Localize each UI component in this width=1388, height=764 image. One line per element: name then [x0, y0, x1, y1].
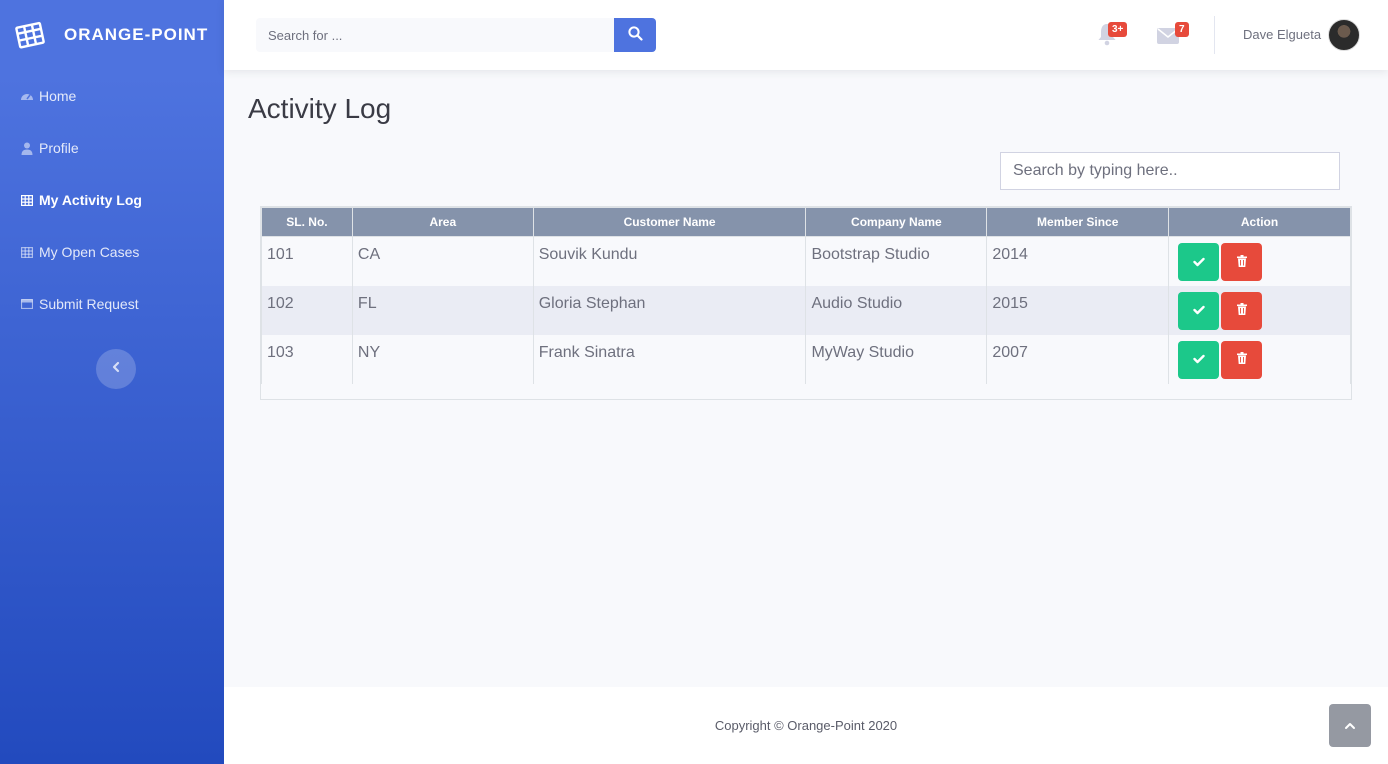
scroll-to-top-button[interactable]: [1329, 704, 1371, 747]
sidebar-item-my-open-cases[interactable]: My Open Cases: [0, 226, 224, 278]
sidebar-item-label: Submit Request: [39, 296, 139, 312]
topbar-search: [256, 18, 656, 52]
activity-table-container: SL. No. Area Customer Name Company Name …: [260, 206, 1352, 400]
approve-button[interactable]: [1178, 291, 1220, 330]
trash-icon: [1236, 254, 1247, 270]
sidebar-item-home[interactable]: Home: [0, 70, 224, 122]
table-row: 102 FL Gloria Stephan Audio Studio 2015: [261, 285, 1351, 335]
alerts-button[interactable]: 3+: [1097, 22, 1128, 51]
check-icon: [1192, 303, 1205, 318]
sidebar-toggle-button[interactable]: [96, 349, 136, 389]
cell-customer: Souvik Kundu: [532, 236, 807, 286]
table-row: 101 CA Souvik Kundu Bootstrap Studio 201…: [261, 236, 1351, 286]
dashboard-icon: [20, 89, 34, 103]
brand[interactable]: ORANGE-POINT: [0, 0, 224, 70]
footer: Copyright © Orange-Point 2020: [224, 687, 1388, 764]
user-icon: [20, 141, 34, 155]
search-button[interactable]: [614, 18, 656, 52]
cell-sl: 101: [261, 236, 353, 286]
cell-member-since: 2015: [986, 285, 1170, 335]
messages-button[interactable]: 7: [1157, 22, 1189, 51]
cell-action: [1168, 285, 1351, 335]
approve-button[interactable]: [1178, 340, 1220, 379]
sidebar-item-label: My Activity Log: [39, 192, 142, 208]
chevron-left-icon: [111, 360, 121, 378]
cell-area: FL: [351, 285, 534, 335]
check-icon: [1192, 255, 1205, 270]
brand-name: ORANGE-POINT: [64, 25, 209, 44]
table-header-row: SL. No. Area Customer Name Company Name …: [261, 207, 1351, 237]
column-header[interactable]: SL. No.: [261, 207, 353, 237]
sidebar: ORANGE-POINT Home Profile My Activity Lo…: [0, 0, 224, 764]
sidebar-item-label: My Open Cases: [39, 244, 140, 260]
copyright-text: Copyright © Orange-Point 2020: [714, 718, 898, 733]
sidebar-item-submit-request[interactable]: Submit Request: [0, 278, 224, 330]
avatar[interactable]: [1328, 19, 1360, 51]
column-header[interactable]: Customer Name: [532, 207, 807, 237]
delete-button[interactable]: [1221, 340, 1263, 379]
cell-area: NY: [351, 334, 534, 384]
table-icon: [14, 20, 48, 50]
cell-action: [1168, 236, 1351, 286]
cell-member-since: 2007: [986, 334, 1170, 384]
table-search-input[interactable]: [1000, 152, 1340, 190]
sidebar-item-profile[interactable]: Profile: [0, 122, 224, 174]
window-icon: [20, 297, 34, 311]
user-name[interactable]: Dave Elgueta: [1243, 27, 1321, 42]
sidebar-item-my-activity-log[interactable]: My Activity Log: [0, 174, 224, 226]
sidebar-nav: Home Profile My Activity Log My Open Cas…: [0, 70, 224, 330]
column-header[interactable]: Member Since: [986, 207, 1170, 237]
column-header: Action: [1168, 207, 1351, 237]
cell-area: CA: [351, 236, 534, 286]
chevron-up-icon: [1344, 717, 1356, 735]
column-header[interactable]: Company Name: [805, 207, 988, 237]
table-row: 103 NY Frank Sinatra MyWay Studio 2007: [261, 334, 1351, 384]
column-header[interactable]: Area: [351, 207, 534, 237]
cell-sl: 102: [261, 285, 353, 335]
cell-customer: Gloria Stephan: [532, 285, 807, 335]
cell-customer: Frank Sinatra: [532, 334, 807, 384]
table-icon: [20, 193, 34, 207]
cell-sl: 103: [261, 334, 353, 384]
messages-badge: 7: [1175, 22, 1189, 37]
cell-company: MyWay Studio: [805, 334, 988, 384]
table-icon: [20, 245, 34, 259]
sidebar-item-label: Home: [39, 88, 77, 104]
cell-company: Audio Studio: [805, 285, 988, 335]
cell-member-since: 2014: [986, 236, 1170, 286]
trash-icon: [1236, 352, 1247, 367]
trash-icon: [1236, 303, 1247, 318]
topbar: 3+ 7 Dave Elgueta: [224, 0, 1388, 70]
search-icon: [627, 26, 643, 44]
cell-action: [1168, 334, 1351, 384]
search-input[interactable]: [256, 18, 614, 52]
page-title: Activity Log: [248, 93, 392, 124]
delete-button[interactable]: [1221, 243, 1263, 281]
alerts-badge: 3+: [1108, 22, 1128, 37]
cell-company: Bootstrap Studio: [805, 236, 988, 286]
approve-button[interactable]: [1178, 243, 1220, 281]
delete-button[interactable]: [1221, 291, 1263, 330]
check-icon: [1192, 352, 1205, 367]
topbar-divider: [1214, 16, 1215, 54]
sidebar-item-label: Profile: [39, 140, 79, 156]
activity-table: SL. No. Area Customer Name Company Name …: [261, 207, 1351, 384]
